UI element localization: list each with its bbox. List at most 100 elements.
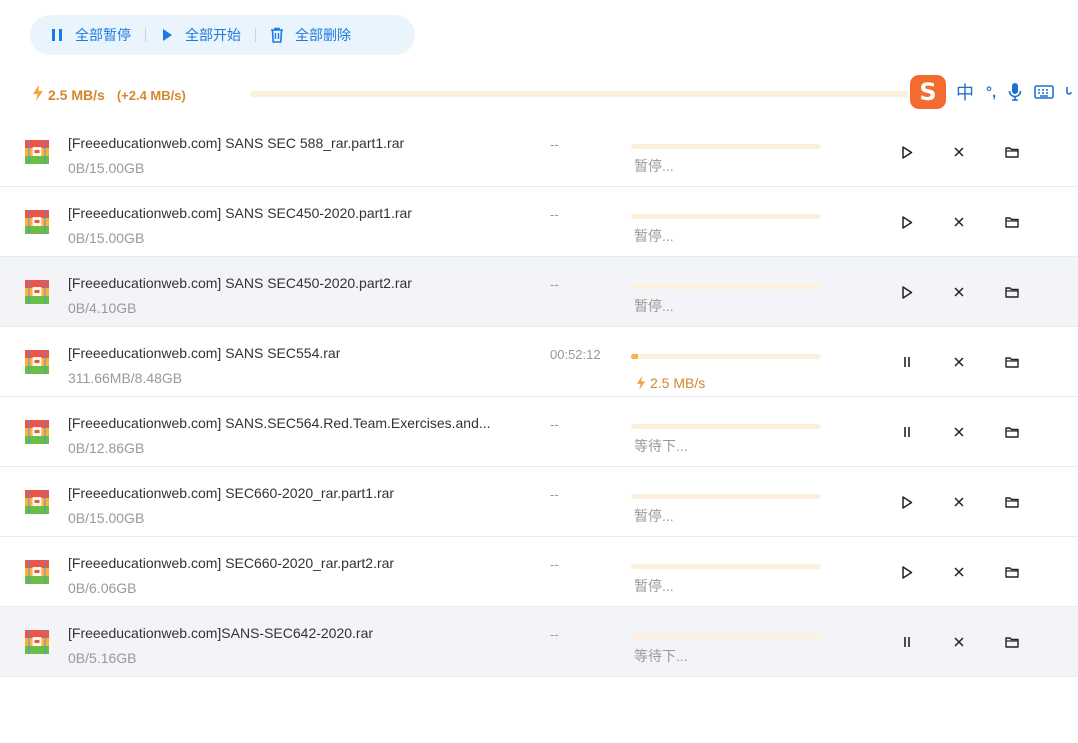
ime-mode[interactable]: 中 <box>956 79 974 105</box>
download-row[interactable]: [Freeeducationweb.com] SANS.SEC564.Red.T… <box>0 397 1078 467</box>
ime-punct[interactable]: °, <box>986 84 996 101</box>
pause-button[interactable] <box>897 632 917 652</box>
download-list: [Freeeducationweb.com] SANS SEC 588_rar.… <box>0 117 1078 677</box>
download-row[interactable]: [Freeeducationweb.com] SANS SEC450-2020.… <box>0 257 1078 327</box>
time-remaining: -- <box>550 207 559 222</box>
download-status: 2.5 MB/s <box>636 375 705 391</box>
folder-icon <box>1005 637 1019 648</box>
remove-button[interactable] <box>949 212 969 232</box>
folder-icon <box>1005 567 1019 578</box>
open-folder-button[interactable] <box>1002 282 1022 302</box>
download-row[interactable]: [Freeeducationweb.com]SANS-SEC642-2020.r… <box>0 607 1078 677</box>
close-icon <box>954 217 964 227</box>
pause-icon <box>904 357 910 367</box>
download-row[interactable]: [Freeeducationweb.com] SEC660-2020_rar.p… <box>0 537 1078 607</box>
toolbar: 全部暂停 全部开始 全部删除 <box>30 15 415 55</box>
progress-bar <box>631 634 821 639</box>
delete-all-button[interactable]: 全部删除 <box>270 15 351 55</box>
pause-all-button[interactable]: 全部暂停 <box>50 15 131 55</box>
lightning-icon <box>636 376 646 390</box>
resume-button[interactable] <box>897 282 917 302</box>
open-folder-button[interactable] <box>1002 632 1022 652</box>
time-remaining: 00:52:12 <box>550 347 601 362</box>
file-name: [Freeeducationweb.com] SEC660-2020_rar.p… <box>68 555 395 571</box>
folder-icon <box>1005 147 1019 158</box>
download-row[interactable]: [Freeeducationweb.com] SEC660-2020_rar.p… <box>0 467 1078 537</box>
resume-button[interactable] <box>897 562 917 582</box>
open-folder-button[interactable] <box>1002 422 1022 442</box>
file-name: [Freeeducationweb.com]SANS-SEC642-2020.r… <box>68 625 374 641</box>
archive-file-icon <box>25 350 49 374</box>
remove-button[interactable] <box>949 352 969 372</box>
open-folder-button[interactable] <box>1002 352 1022 372</box>
download-status: 等待下... <box>634 438 688 454</box>
folder-icon <box>1005 497 1019 508</box>
folder-icon <box>1005 357 1019 368</box>
archive-file-icon <box>25 560 49 584</box>
archive-file-icon <box>25 140 49 164</box>
play-icon <box>902 215 913 229</box>
time-remaining: -- <box>550 417 559 432</box>
progress-bar <box>631 354 821 359</box>
time-remaining: -- <box>550 627 559 642</box>
open-folder-button[interactable] <box>1002 142 1022 162</box>
download-row[interactable]: [Freeeducationweb.com] SANS SEC554.rar 3… <box>0 327 1078 397</box>
open-folder-button[interactable] <box>1002 562 1022 582</box>
play-icon <box>902 565 913 579</box>
play-icon <box>902 145 913 159</box>
start-all-button[interactable]: 全部开始 <box>160 15 241 55</box>
archive-file-icon <box>25 630 49 654</box>
open-folder-button[interactable] <box>1002 492 1022 512</box>
archive-file-icon <box>25 420 49 444</box>
play-icon <box>902 495 913 509</box>
resume-button[interactable] <box>897 492 917 512</box>
pause-all-label: 全部暂停 <box>75 27 131 43</box>
close-icon <box>954 567 964 577</box>
folder-icon <box>1005 287 1019 298</box>
time-remaining: -- <box>550 557 559 572</box>
keyboard-icon[interactable] <box>1034 84 1054 100</box>
toolbar-divider <box>145 28 146 42</box>
close-icon <box>954 427 964 437</box>
progress-fill <box>631 354 638 359</box>
folder-icon <box>1005 217 1019 228</box>
pause-icon <box>904 427 910 437</box>
sogou-logo[interactable]: S <box>910 75 946 109</box>
download-status: 暂停... <box>634 508 674 524</box>
download-row[interactable]: [Freeeducationweb.com] SANS SEC 588_rar.… <box>0 117 1078 187</box>
microphone-icon[interactable] <box>1008 82 1022 102</box>
download-speed: 2.5 MB/s <box>650 375 706 391</box>
file-size: 311.66MB/8.48GB <box>68 370 183 386</box>
file-name: [Freeeducationweb.com] SANS.SEC564.Red.T… <box>68 415 491 431</box>
file-name: [Freeeducationweb.com] SANS SEC450-2020.… <box>68 275 412 291</box>
remove-button[interactable] <box>949 422 969 442</box>
pause-button[interactable] <box>897 422 917 442</box>
archive-file-icon <box>25 210 49 234</box>
speed-extra: (+2.4 MB/s) <box>116 87 186 103</box>
remove-button[interactable] <box>949 562 969 582</box>
remove-button[interactable] <box>949 632 969 652</box>
toolbar-divider <box>255 28 256 42</box>
file-size: 0B/15.00GB <box>68 160 145 176</box>
time-remaining: -- <box>550 487 559 502</box>
open-folder-button[interactable] <box>1002 212 1022 232</box>
download-status: 暂停... <box>634 578 674 594</box>
remove-button[interactable] <box>949 492 969 512</box>
start-all-label: 全部开始 <box>185 27 241 43</box>
ime-more-icon[interactable] <box>1066 85 1072 99</box>
resume-button[interactable] <box>897 212 917 232</box>
trash-icon <box>270 27 284 43</box>
progress-bar <box>631 424 821 429</box>
delete-all-label: 全部删除 <box>295 27 351 43</box>
time-remaining: -- <box>550 277 559 292</box>
ime-toolbar: S 中 °, <box>908 74 1078 110</box>
download-row[interactable]: [Freeeducationweb.com] SANS SEC450-2020.… <box>0 187 1078 257</box>
remove-button[interactable] <box>949 282 969 302</box>
progress-bar <box>631 284 821 289</box>
file-size: 0B/15.00GB <box>68 510 145 526</box>
time-remaining: -- <box>550 137 559 152</box>
resume-button[interactable] <box>897 142 917 162</box>
pause-button[interactable] <box>897 352 917 372</box>
close-icon <box>954 637 964 647</box>
remove-button[interactable] <box>949 142 969 162</box>
